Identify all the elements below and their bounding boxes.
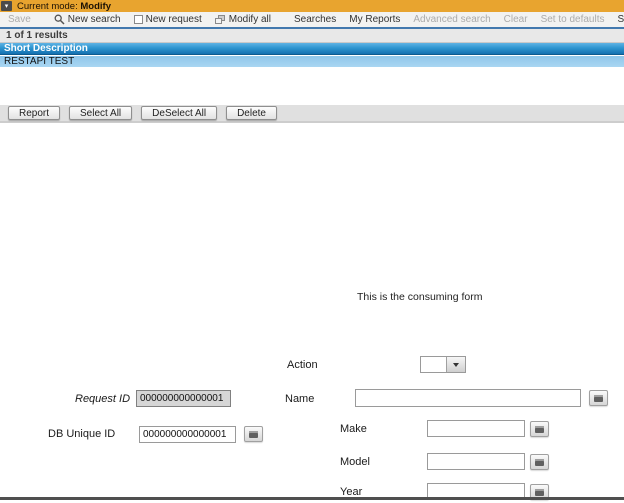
results-list-body	[0, 67, 624, 105]
name-field[interactable]	[355, 389, 581, 407]
chevron-down-icon[interactable]: ▾	[1, 1, 12, 11]
toolbar: Save New search New request Modify all S…	[0, 12, 624, 29]
make-field[interactable]	[427, 420, 525, 437]
mode-text: Current mode: Modify	[17, 1, 111, 12]
select-all-button[interactable]: Select All	[69, 106, 132, 120]
make-label: Make	[340, 423, 367, 435]
clear-button: Clear	[504, 14, 528, 25]
results-count-text: 1 of 1 results	[6, 30, 68, 41]
expand-box-icon	[535, 459, 544, 466]
request-id-label: Request ID	[75, 393, 130, 405]
deselect-all-button[interactable]: DeSelect All	[141, 106, 217, 120]
my-reports-menu[interactable]: My Reports	[349, 14, 400, 25]
model-label: Model	[340, 456, 370, 468]
mode-bar: ▾ Current mode: Modify	[0, 0, 624, 12]
model-field[interactable]	[427, 453, 525, 470]
advanced-search-button: Advanced search	[413, 14, 490, 25]
db-unique-id-field[interactable]	[139, 426, 236, 443]
modify-all-button[interactable]: Modify all	[215, 14, 271, 25]
form-heading: This is the consuming form	[357, 291, 482, 303]
save-button: Save	[8, 14, 31, 25]
mode-value: Modify	[80, 1, 111, 12]
action-dropdown-value	[421, 357, 446, 372]
expand-box-icon	[535, 489, 544, 496]
new-search-button[interactable]: New search	[54, 14, 121, 25]
result-row-text: RESTAPI TEST	[4, 56, 74, 67]
results-count-bar: 1 of 1 results	[0, 29, 624, 43]
db-unique-id-label: DB Unique ID	[48, 428, 115, 440]
report-button[interactable]: Report	[8, 106, 60, 120]
model-expand-button[interactable]	[530, 454, 549, 470]
name-label: Name	[285, 393, 314, 405]
new-request-button[interactable]: New request	[134, 14, 202, 25]
name-expand-button[interactable]	[589, 390, 608, 406]
expand-box-icon	[594, 395, 603, 402]
action-label: Action	[287, 359, 318, 371]
chevron-down-icon	[453, 363, 459, 367]
searches-menu[interactable]: Searches	[294, 14, 336, 25]
delete-button[interactable]: Delete	[226, 106, 277, 120]
consuming-form: This is the consuming form	[0, 125, 624, 503]
results-button-bar: Report Select All DeSelect All Delete	[0, 105, 624, 123]
results-column-header[interactable]: Short Description	[0, 43, 624, 55]
search-icon	[54, 14, 65, 25]
make-expand-button[interactable]	[530, 421, 549, 437]
action-dropdown[interactable]	[420, 356, 466, 373]
column-header-label: Short Description	[4, 43, 88, 54]
request-id-field[interactable]	[136, 390, 231, 407]
window-bottom-edge	[0, 497, 624, 500]
copy-icon	[215, 15, 226, 25]
expand-box-icon	[249, 431, 258, 438]
application-window: ▾ Current mode: Modify Save New search N…	[0, 0, 624, 503]
mode-prefix: Current mode:	[17, 1, 78, 12]
result-row[interactable]: RESTAPI TEST	[0, 56, 624, 67]
new-page-icon	[134, 15, 143, 24]
dropdown-arrow-button[interactable]	[446, 357, 465, 372]
expand-box-icon	[535, 426, 544, 433]
status-history-button[interactable]: Status history	[618, 14, 624, 25]
set-to-defaults-button: Set to defaults	[541, 14, 605, 25]
db-unique-id-expand-button[interactable]	[244, 426, 263, 442]
